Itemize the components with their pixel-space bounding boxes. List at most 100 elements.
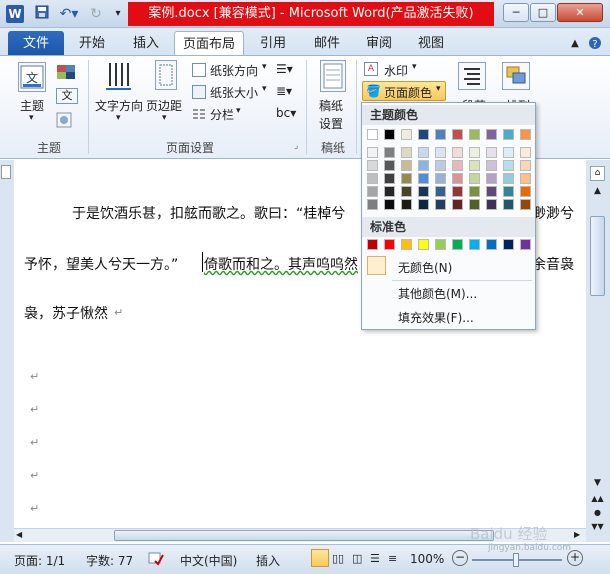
manuscript-label-line2[interactable]: 设置 (319, 115, 343, 132)
theme-shade-swatch[interactable] (418, 147, 429, 158)
theme-shade-swatch[interactable] (384, 199, 395, 210)
tab-view[interactable]: 视图 (408, 31, 454, 56)
theme-shade-swatch[interactable] (452, 147, 463, 158)
theme-color-swatch[interactable] (418, 129, 429, 140)
theme-shade-swatch[interactable] (367, 160, 378, 171)
theme-shade-swatch[interactable] (435, 160, 446, 171)
size-label[interactable]: 纸张大小 (210, 84, 258, 101)
theme-shade-swatch[interactable] (520, 173, 531, 184)
page-setup-dialog-launcher-icon[interactable]: ⌟ (294, 141, 298, 151)
full-screen-reading-icon[interactable]: ▯▯ (332, 552, 344, 565)
theme-fonts-icon[interactable]: 文 (56, 88, 78, 104)
theme-shade-swatch[interactable] (367, 147, 378, 158)
theme-shade-swatch[interactable] (486, 173, 497, 184)
theme-color-swatch[interactable] (435, 129, 446, 140)
standard-color-swatch[interactable] (469, 239, 480, 250)
theme-shade-swatch[interactable] (401, 199, 412, 210)
orientation-dropdown-icon[interactable]: ▾ (262, 62, 267, 72)
theme-shade-swatch[interactable] (520, 147, 531, 158)
theme-shade-swatch[interactable] (486, 160, 497, 171)
theme-shade-swatch[interactable] (384, 160, 395, 171)
tab-home[interactable]: 开始 (68, 31, 116, 56)
theme-shade-swatch[interactable] (486, 186, 497, 197)
theme-shade-swatch[interactable] (520, 160, 531, 171)
watermark-icon[interactable]: A (364, 62, 378, 76)
theme-shade-swatch[interactable] (384, 147, 395, 158)
line-numbers-icon[interactable]: ≣▾ (276, 84, 292, 98)
theme-shade-swatch[interactable] (384, 186, 395, 197)
insert-mode[interactable]: 插入 (256, 552, 280, 569)
theme-shade-swatch[interactable] (503, 173, 514, 184)
standard-color-swatch[interactable] (418, 239, 429, 250)
tab-insert[interactable]: 插入 (122, 31, 170, 56)
theme-color-swatch[interactable] (486, 129, 497, 140)
theme-color-swatch[interactable] (367, 129, 378, 140)
standard-color-swatch[interactable] (367, 239, 378, 250)
manuscript-paper-icon[interactable] (320, 60, 346, 92)
next-page-icon[interactable]: ▼▼ (590, 522, 605, 535)
theme-shade-swatch[interactable] (503, 186, 514, 197)
standard-color-swatch[interactable] (384, 239, 395, 250)
text-direction-label[interactable]: 文字方向 (95, 97, 143, 114)
theme-shade-swatch[interactable] (469, 147, 480, 158)
theme-shade-swatch[interactable] (435, 199, 446, 210)
standard-color-swatch[interactable] (401, 239, 412, 250)
standard-color-swatch[interactable] (486, 239, 497, 250)
theme-shade-swatch[interactable] (452, 160, 463, 171)
web-layout-icon[interactable]: ◫ (352, 552, 362, 565)
theme-shade-swatch[interactable] (435, 173, 446, 184)
hyphenation-icon[interactable]: bc▾ (276, 106, 296, 120)
text-direction-icon[interactable] (104, 60, 134, 92)
themes-icon[interactable]: 文 (18, 62, 46, 92)
columns-icon[interactable] (192, 107, 206, 121)
undo-icon[interactable]: ↶▾ (56, 5, 82, 23)
zoom-slider-thumb[interactable] (513, 553, 519, 567)
language-indicator[interactable]: 中文(中国) (180, 552, 237, 569)
columns-label[interactable]: 分栏 (210, 106, 234, 123)
tab-references[interactable]: 引用 (250, 31, 296, 56)
theme-shade-swatch[interactable] (418, 160, 429, 171)
margins-label[interactable]: 页边距 (146, 97, 182, 114)
theme-shade-swatch[interactable] (401, 147, 412, 158)
outline-view-icon[interactable]: ☰ (370, 552, 380, 565)
theme-shade-swatch[interactable] (435, 186, 446, 197)
word-app-icon[interactable]: W (6, 5, 24, 23)
page-color-label[interactable]: 页面颜色 (384, 84, 432, 101)
scroll-left-icon[interactable]: ◀ (16, 530, 22, 539)
page-count[interactable]: 页面: 1/1 (14, 552, 65, 569)
theme-shade-swatch[interactable] (520, 186, 531, 197)
theme-shade-swatch[interactable] (401, 173, 412, 184)
draft-view-icon[interactable]: ≡ (388, 552, 397, 565)
tab-file[interactable]: 文件 (8, 31, 64, 56)
theme-shade-swatch[interactable] (486, 147, 497, 158)
more-colors-option[interactable]: 其他颜色(M)... (398, 285, 477, 302)
proofing-icon[interactable] (148, 550, 164, 569)
paragraph-icon[interactable] (458, 62, 486, 90)
arrange-icon[interactable] (502, 62, 530, 90)
ruler-toggle-icon[interactable]: ⌂ (590, 166, 605, 181)
scroll-up-icon[interactable]: ▲ (590, 184, 605, 199)
horizontal-scroll-thumb[interactable] (114, 530, 494, 541)
zoom-level[interactable]: 100% (410, 552, 444, 566)
theme-color-swatch[interactable] (469, 129, 480, 140)
breaks-icon[interactable]: ☰▾ (276, 62, 293, 76)
margins-dropdown-icon[interactable]: ▾ (162, 113, 167, 123)
theme-shade-swatch[interactable] (418, 173, 429, 184)
theme-shade-swatch[interactable] (486, 199, 497, 210)
theme-shade-swatch[interactable] (452, 186, 463, 197)
theme-shade-swatch[interactable] (520, 199, 531, 210)
size-dropdown-icon[interactable]: ▾ (262, 84, 267, 94)
maximize-button[interactable]: □ (530, 3, 556, 22)
theme-shade-swatch[interactable] (367, 173, 378, 184)
theme-shade-swatch[interactable] (503, 160, 514, 171)
margins-icon[interactable] (155, 60, 177, 90)
theme-colors-icon[interactable] (56, 64, 78, 80)
tab-mailings[interactable]: 邮件 (304, 31, 350, 56)
scroll-thumb[interactable] (590, 216, 605, 296)
watermark-label[interactable]: 水印 (384, 62, 408, 79)
orientation-label[interactable]: 纸张方向 (210, 62, 258, 79)
theme-shade-swatch[interactable] (469, 160, 480, 171)
print-layout-view-icon[interactable] (311, 549, 329, 567)
standard-color-swatch[interactable] (452, 239, 463, 250)
save-icon[interactable] (34, 5, 50, 23)
